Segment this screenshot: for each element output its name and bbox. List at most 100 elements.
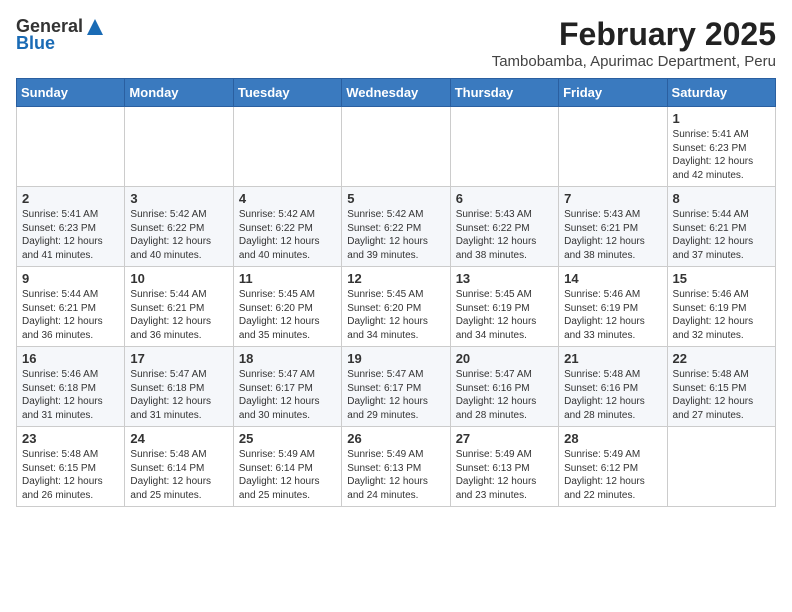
day-number: 20: [456, 351, 553, 366]
calendar-cell: [342, 107, 450, 187]
day-number: 16: [22, 351, 119, 366]
calendar-cell: 4 Sunrise: 5:42 AM Sunset: 6:22 PM Daylig…: [233, 187, 341, 267]
day-number: 10: [130, 271, 227, 286]
day-number: 4: [239, 191, 336, 206]
calendar-cell: 8 Sunrise: 5:44 AM Sunset: 6:21 PM Daylig…: [667, 187, 775, 267]
page-header: General Blue February 2025 Tambobamba, A…: [16, 16, 776, 70]
day-number: 19: [347, 351, 444, 366]
location-subtitle: Tambobamba, Apurimac Department, Peru: [492, 53, 776, 70]
day-info: Sunrise: 5:49 AM Sunset: 6:13 PM Dayligh…: [456, 448, 553, 502]
calendar-header-row: SundayMondayTuesdayWednesdayThursdayFrid…: [17, 79, 776, 107]
calendar-cell: 14 Sunrise: 5:46 AM Sunset: 6:19 PM Dayli…: [559, 267, 667, 347]
day-number: 22: [673, 351, 770, 366]
day-info: Sunrise: 5:41 AM Sunset: 6:23 PM Dayligh…: [22, 208, 119, 262]
month-title: February 2025: [492, 16, 776, 53]
day-info: Sunrise: 5:49 AM Sunset: 6:13 PM Dayligh…: [347, 448, 444, 502]
calendar-cell: 23 Sunrise: 5:48 AM Sunset: 6:15 PM Dayli…: [17, 427, 125, 507]
day-info: Sunrise: 5:48 AM Sunset: 6:15 PM Dayligh…: [673, 368, 770, 422]
day-info: Sunrise: 5:45 AM Sunset: 6:20 PM Dayligh…: [239, 288, 336, 342]
calendar-cell: [125, 107, 233, 187]
day-number: 7: [564, 191, 661, 206]
day-info: Sunrise: 5:47 AM Sunset: 6:17 PM Dayligh…: [347, 368, 444, 422]
day-number: 2: [22, 191, 119, 206]
calendar-week-row: 23 Sunrise: 5:48 AM Sunset: 6:15 PM Dayli…: [17, 427, 776, 507]
logo-icon: [85, 17, 105, 37]
calendar-cell: 22 Sunrise: 5:48 AM Sunset: 6:15 PM Dayli…: [667, 347, 775, 427]
calendar-cell: 21Sunrise: 5:48 AM Sunset: 6:16 PM Dayli…: [559, 347, 667, 427]
calendar-cell: 16 Sunrise: 5:46 AM Sunset: 6:18 PM Dayli…: [17, 347, 125, 427]
day-info: Sunrise: 5:43 AM Sunset: 6:22 PM Dayligh…: [456, 208, 553, 262]
calendar-cell: 5Sunrise: 5:42 AM Sunset: 6:22 PM Daylig…: [342, 187, 450, 267]
calendar-cell: [17, 107, 125, 187]
calendar-cell: [667, 427, 775, 507]
day-info: Sunrise: 5:47 AM Sunset: 6:18 PM Dayligh…: [130, 368, 227, 422]
day-info: Sunrise: 5:49 AM Sunset: 6:14 PM Dayligh…: [239, 448, 336, 502]
day-info: Sunrise: 5:47 AM Sunset: 6:16 PM Dayligh…: [456, 368, 553, 422]
day-number: 25: [239, 431, 336, 446]
day-number: 23: [22, 431, 119, 446]
day-number: 9: [22, 271, 119, 286]
day-info: Sunrise: 5:44 AM Sunset: 6:21 PM Dayligh…: [673, 208, 770, 262]
day-info: Sunrise: 5:41 AM Sunset: 6:23 PM Dayligh…: [673, 128, 770, 182]
day-header-monday: Monday: [125, 79, 233, 107]
day-number: 18: [239, 351, 336, 366]
day-number: 12: [347, 271, 444, 286]
day-number: 21: [564, 351, 661, 366]
day-info: Sunrise: 5:46 AM Sunset: 6:18 PM Dayligh…: [22, 368, 119, 422]
day-info: Sunrise: 5:45 AM Sunset: 6:20 PM Dayligh…: [347, 288, 444, 342]
day-info: Sunrise: 5:48 AM Sunset: 6:15 PM Dayligh…: [22, 448, 119, 502]
day-header-thursday: Thursday: [450, 79, 558, 107]
day-number: 24: [130, 431, 227, 446]
day-number: 13: [456, 271, 553, 286]
title-area: February 2025 Tambobamba, Apurimac Depar…: [492, 16, 776, 70]
day-number: 28: [564, 431, 661, 446]
day-number: 6: [456, 191, 553, 206]
day-number: 3: [130, 191, 227, 206]
day-info: Sunrise: 5:44 AM Sunset: 6:21 PM Dayligh…: [130, 288, 227, 342]
day-number: 8: [673, 191, 770, 206]
logo: General Blue: [16, 16, 105, 54]
calendar-cell: 25 Sunrise: 5:49 AM Sunset: 6:14 PM Dayli…: [233, 427, 341, 507]
calendar-cell: [450, 107, 558, 187]
calendar-week-row: 16 Sunrise: 5:46 AM Sunset: 6:18 PM Dayli…: [17, 347, 776, 427]
day-header-friday: Friday: [559, 79, 667, 107]
day-number: 15: [673, 271, 770, 286]
calendar-cell: 27 Sunrise: 5:49 AM Sunset: 6:13 PM Dayli…: [450, 427, 558, 507]
day-info: Sunrise: 5:48 AM Sunset: 6:14 PM Dayligh…: [130, 448, 227, 502]
day-header-tuesday: Tuesday: [233, 79, 341, 107]
calendar-cell: 6 Sunrise: 5:43 AM Sunset: 6:22 PM Daylig…: [450, 187, 558, 267]
day-number: 17: [130, 351, 227, 366]
day-number: 14: [564, 271, 661, 286]
calendar-cell: 2 Sunrise: 5:41 AM Sunset: 6:23 PM Daylig…: [17, 187, 125, 267]
day-header-wednesday: Wednesday: [342, 79, 450, 107]
day-header-sunday: Sunday: [17, 79, 125, 107]
calendar-cell: 20 Sunrise: 5:47 AM Sunset: 6:16 PM Dayli…: [450, 347, 558, 427]
calendar-cell: 26 Sunrise: 5:49 AM Sunset: 6:13 PM Dayli…: [342, 427, 450, 507]
day-info: Sunrise: 5:45 AM Sunset: 6:19 PM Dayligh…: [456, 288, 553, 342]
calendar-cell: 1 Sunrise: 5:41 AM Sunset: 6:23 PM Daylig…: [667, 107, 775, 187]
day-info: Sunrise: 5:43 AM Sunset: 6:21 PM Dayligh…: [564, 208, 661, 262]
calendar-week-row: 2 Sunrise: 5:41 AM Sunset: 6:23 PM Daylig…: [17, 187, 776, 267]
day-info: Sunrise: 5:46 AM Sunset: 6:19 PM Dayligh…: [564, 288, 661, 342]
day-info: Sunrise: 5:42 AM Sunset: 6:22 PM Dayligh…: [130, 208, 227, 262]
logo-blue: Blue: [16, 33, 55, 54]
day-info: Sunrise: 5:46 AM Sunset: 6:19 PM Dayligh…: [673, 288, 770, 342]
calendar-cell: 10 Sunrise: 5:44 AM Sunset: 6:21 PM Dayli…: [125, 267, 233, 347]
day-number: 26: [347, 431, 444, 446]
day-number: 1: [673, 111, 770, 126]
calendar-table: SundayMondayTuesdayWednesdayThursdayFrid…: [16, 78, 776, 507]
calendar-week-row: 1 Sunrise: 5:41 AM Sunset: 6:23 PM Daylig…: [17, 107, 776, 187]
calendar-cell: [233, 107, 341, 187]
calendar-cell: 3 Sunrise: 5:42 AM Sunset: 6:22 PM Daylig…: [125, 187, 233, 267]
calendar-cell: 28 Sunrise: 5:49 AM Sunset: 6:12 PM Dayli…: [559, 427, 667, 507]
day-info: Sunrise: 5:49 AM Sunset: 6:12 PM Dayligh…: [564, 448, 661, 502]
day-info: Sunrise: 5:42 AM Sunset: 6:22 PM Dayligh…: [347, 208, 444, 262]
day-info: Sunrise: 5:42 AM Sunset: 6:22 PM Dayligh…: [239, 208, 336, 262]
calendar-cell: [559, 107, 667, 187]
calendar-week-row: 9 Sunrise: 5:44 AM Sunset: 6:21 PM Daylig…: [17, 267, 776, 347]
calendar-cell: 13 Sunrise: 5:45 AM Sunset: 6:19 PM Dayli…: [450, 267, 558, 347]
calendar-cell: 7 Sunrise: 5:43 AM Sunset: 6:21 PM Daylig…: [559, 187, 667, 267]
day-number: 27: [456, 431, 553, 446]
day-number: 11: [239, 271, 336, 286]
calendar-cell: 9Sunrise: 5:44 AM Sunset: 6:21 PM Daylig…: [17, 267, 125, 347]
